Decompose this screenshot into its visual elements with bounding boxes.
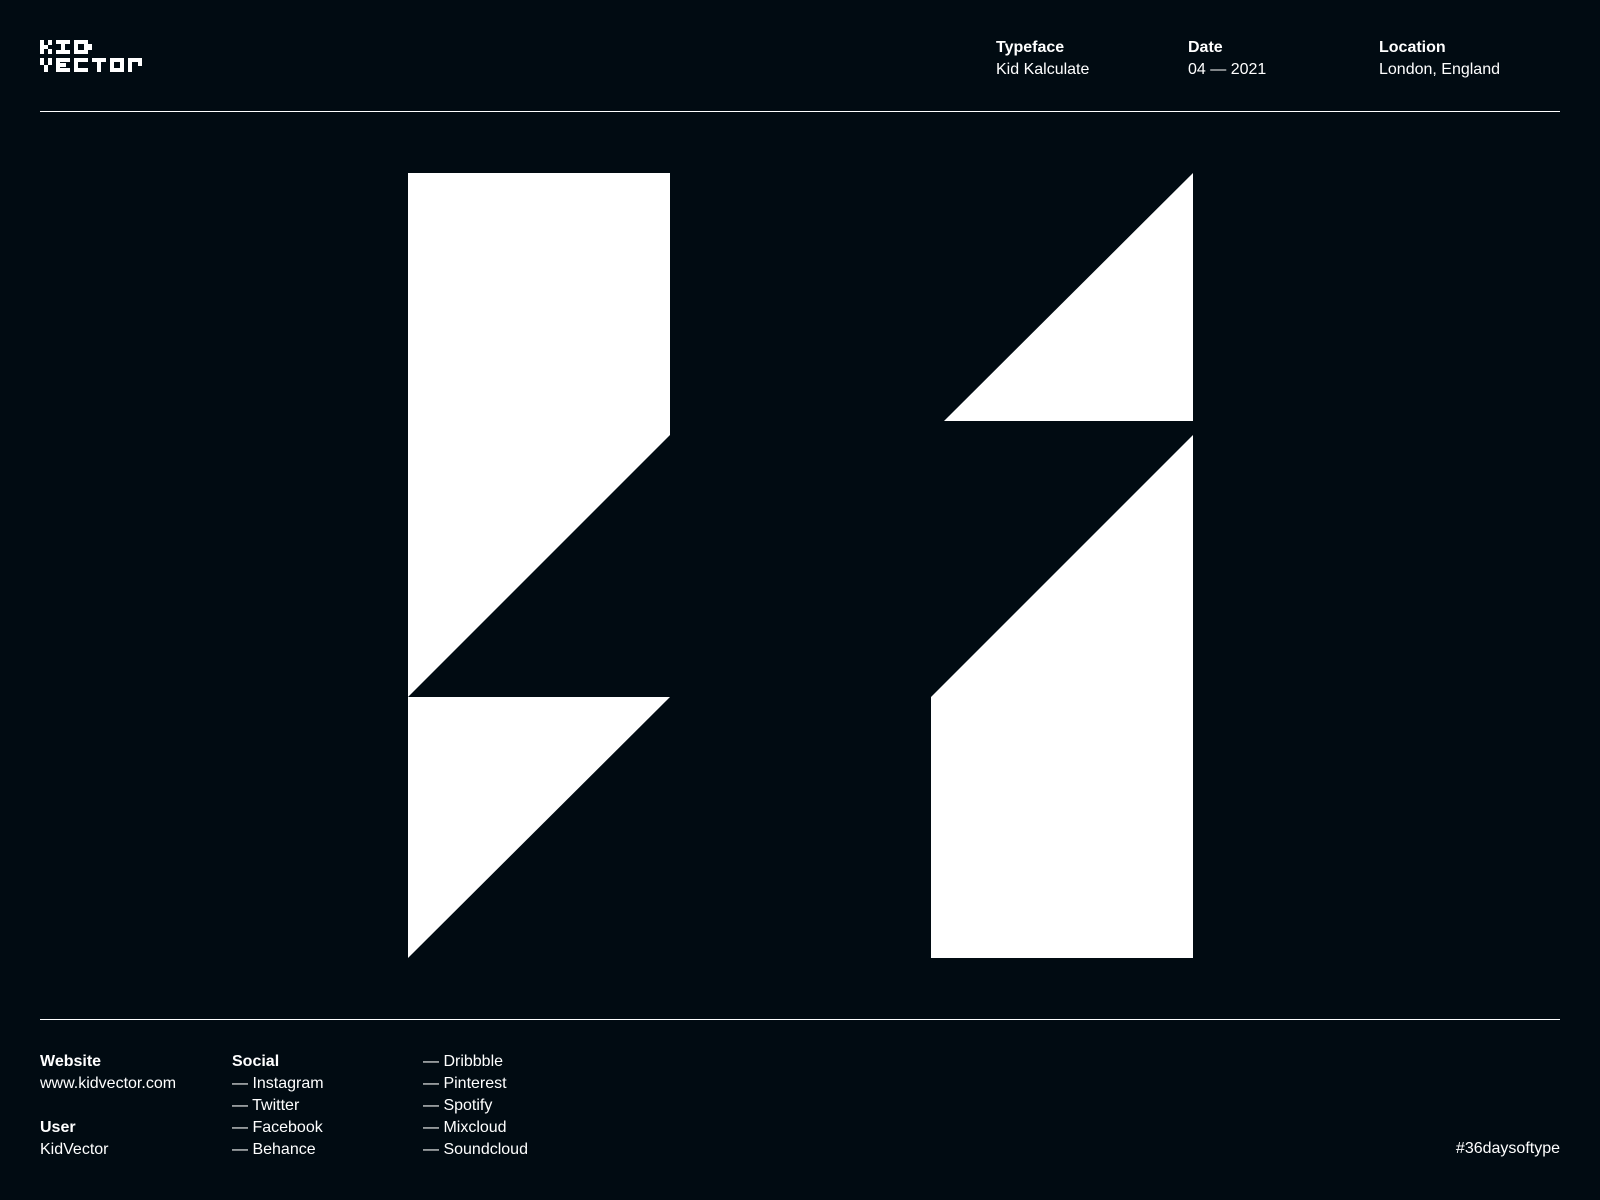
kidvector-logo[interactable] <box>40 40 155 74</box>
social-link-dribbble[interactable]: — Dribbble <box>423 1051 528 1073</box>
footer-website: Website www.kidvector.com <box>40 1051 176 1095</box>
date-value: 04 — 2021 <box>1188 61 1267 78</box>
meta-typeface: Typeface Kid Kalculate <box>996 37 1089 81</box>
social-link-instagram[interactable]: — Instagram <box>232 1073 324 1095</box>
social-link-pinterest[interactable]: — Pinterest <box>423 1073 528 1095</box>
social-link-behance[interactable]: — Behance <box>232 1139 324 1161</box>
website-label: Website <box>40 1053 102 1070</box>
social-link-spotify[interactable]: — Spotify <box>423 1095 528 1117</box>
footer-social-column-2: — Dribbble — Pinterest — Spotify — Mixcl… <box>423 1051 528 1161</box>
social-link-soundcloud[interactable]: — Soundcloud <box>423 1139 528 1161</box>
footer-divider <box>40 1019 1560 1020</box>
glyph-top-left-shape <box>408 173 670 697</box>
date-label: Date <box>1188 39 1223 56</box>
letter-h-glyph-icon <box>408 173 1193 958</box>
glyph-bottom-right-shape <box>931 435 1193 958</box>
social-link-mixcloud[interactable]: — Mixcloud <box>423 1117 528 1139</box>
social-label: Social <box>232 1053 280 1070</box>
website-link[interactable]: www.kidvector.com <box>40 1073 176 1095</box>
location-label: Location <box>1379 39 1446 56</box>
user-label: User <box>40 1119 76 1136</box>
glyph-bottom-left-triangle <box>408 697 670 958</box>
meta-location: Location London, England <box>1379 37 1500 81</box>
typeface-value: Kid Kalculate <box>996 61 1090 78</box>
glyph-top-right-triangle <box>944 173 1193 421</box>
header-divider <box>40 111 1560 112</box>
typeface-label: Typeface <box>996 39 1065 56</box>
social-link-twitter[interactable]: — Twitter <box>232 1095 324 1117</box>
meta-date: Date 04 — 2021 <box>1188 37 1266 81</box>
hashtag: #36daysoftype <box>1455 1140 1560 1157</box>
social-link-facebook[interactable]: — Facebook <box>232 1117 324 1139</box>
user-value: KidVector <box>40 1141 109 1158</box>
footer-social-column-1: Social — Instagram — Twitter — Facebook … <box>232 1051 324 1161</box>
footer-user: User KidVector <box>40 1117 108 1161</box>
location-value: London, England <box>1379 61 1500 78</box>
